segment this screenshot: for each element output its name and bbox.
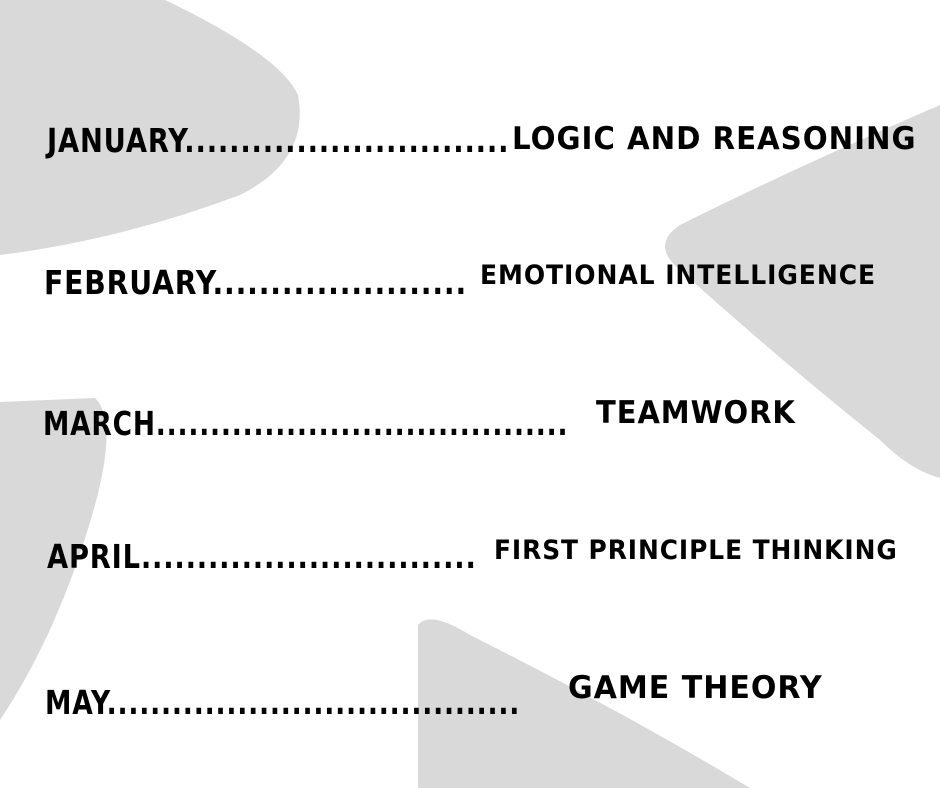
month-january: JANUARY............................. xyxy=(47,121,510,160)
month-april: APRIL.............................. xyxy=(47,537,477,576)
topic-april: FIRST PRINCIPLE THINKING xyxy=(494,535,898,566)
topic-february: EMOTIONAL INTELLIGENCE xyxy=(480,260,877,291)
topic-may: GAME THEORY xyxy=(568,670,823,706)
topic-march: TEAMWORK xyxy=(596,395,796,431)
month-march: MARCH...................................… xyxy=(43,404,569,443)
topic-january: LOGIC AND REASONING xyxy=(512,121,917,157)
month-may: MAY.....................................… xyxy=(45,683,521,722)
month-february: FEBRUARY...................... xyxy=(44,263,468,302)
